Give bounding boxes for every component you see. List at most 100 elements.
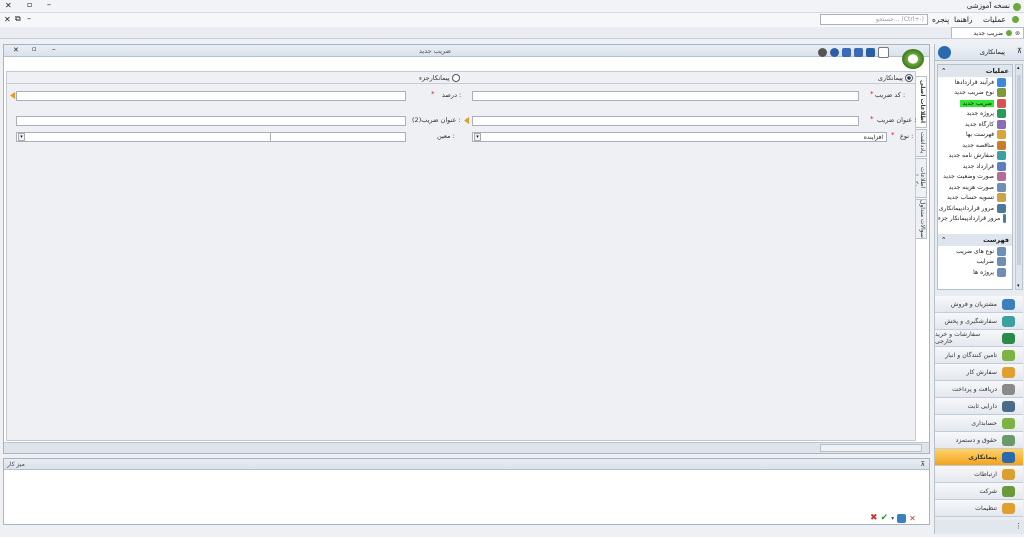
- nav-module-button[interactable]: سفارشگیری و پخش: [935, 313, 1023, 330]
- nav-module-label: حقوق و دستمزد: [955, 436, 997, 444]
- app-title: نسخه آموزشی: [966, 2, 1010, 10]
- new-document-icon[interactable]: [878, 46, 889, 58]
- operation-item-label: صورت وضعیت جدید: [943, 173, 994, 181]
- info-icon[interactable]: [830, 47, 839, 57]
- restore-icon[interactable]: ⧉: [15, 14, 21, 24]
- coef-title-input[interactable]: [472, 116, 859, 126]
- operations-collapse-icon[interactable]: ⌃: [941, 67, 946, 75]
- operation-item[interactable]: مرور قراردادپیمانکار جزء: [938, 214, 1012, 225]
- list-item[interactable]: نوع های ضریب: [938, 246, 1012, 257]
- search-box[interactable]: جستجو... (Ctrl+-): [820, 14, 928, 25]
- workspace-pin-icon[interactable]: ⊼: [921, 461, 925, 468]
- module-navigation: مشتریان و فروش سفارشگیری و پخش سفارشات و خ…: [935, 296, 1024, 517]
- nav-module-button[interactable]: حسابداری: [935, 415, 1023, 432]
- operation-item[interactable]: قرارداد جدید: [938, 161, 1012, 172]
- maximize-icon[interactable]: ▫: [27, 0, 32, 9]
- close-icon[interactable]: ✕: [5, 1, 12, 10]
- cancel-icon[interactable]: ✕: [909, 514, 916, 523]
- operation-item-label: مرور قراردادپیمانکاری: [938, 204, 994, 212]
- menu-help[interactable]: راهنما: [954, 15, 973, 24]
- nav-module-icon: [1002, 434, 1015, 446]
- list-item[interactable]: پروژه ها: [938, 267, 1012, 278]
- dropdown-icon[interactable]: ▾: [891, 515, 894, 522]
- side-tab-notes[interactable]: یادداشت: [915, 129, 927, 157]
- radio-contracting-part-dot[interactable]: [451, 74, 460, 82]
- moein-dropdown-icon[interactable]: ▾: [18, 133, 25, 141]
- scroll-up-icon[interactable]: ▴: [1017, 65, 1020, 71]
- operation-icon: [997, 161, 1006, 171]
- radio-contracting-part[interactable]: پیمانکارجزء: [419, 74, 460, 82]
- operation-item[interactable]: صورت هزینه جدید: [938, 182, 1012, 193]
- tab-close-icon[interactable]: ⊗: [1015, 30, 1020, 37]
- radio-contracting-dot[interactable]: [905, 74, 913, 82]
- side-tab-main-info[interactable]: اطلاعات اصلی: [915, 76, 927, 128]
- operation-icon: [997, 172, 1006, 182]
- side-tab-faq[interactable]: سوالات متداول: [915, 199, 927, 239]
- operation-item[interactable]: فهرست بها: [938, 130, 1012, 141]
- nav-module-button[interactable]: پیمانکاری: [935, 449, 1023, 466]
- confirm-icon[interactable]: ✔: [881, 513, 889, 523]
- lists-collapse-icon[interactable]: ⌃: [941, 236, 946, 244]
- panel-pin-icon[interactable]: ⊼: [1017, 47, 1022, 55]
- operation-item[interactable]: ضریب جدید: [938, 98, 1012, 109]
- operation-icon: [997, 109, 1006, 119]
- operation-item[interactable]: نوع ضریب جدید: [938, 88, 1012, 99]
- operation-item[interactable]: پروژه جدید: [938, 109, 1012, 120]
- delete-icon[interactable]: ✖: [870, 513, 878, 523]
- moein-select[interactable]: ▾: [16, 132, 406, 142]
- operation-item[interactable]: فرآیند قراردادها: [938, 77, 1012, 88]
- coef-title-label: عنوان ضریب :: [877, 116, 917, 124]
- nav-module-button[interactable]: سفارشات و خرید خارجی: [935, 330, 1023, 347]
- operation-item[interactable]: تسویه حساب جدید: [938, 193, 1012, 204]
- doc-minimize-icon[interactable]: –: [52, 45, 56, 53]
- nav-module-button[interactable]: تامین کنندگان و انبار: [935, 347, 1023, 364]
- nav-module-button[interactable]: تنظیمات: [935, 500, 1023, 517]
- operation-item[interactable]: سفارش نامه جدید: [938, 151, 1012, 162]
- nav-module-button[interactable]: شرکت: [935, 483, 1023, 500]
- operation-item[interactable]: کارگاه جدید: [938, 119, 1012, 130]
- operation-item[interactable]: مناقصه جدید: [938, 140, 1012, 151]
- operations-header: ⌃ عملیات: [938, 65, 1012, 77]
- grid-icon[interactable]: [897, 513, 907, 523]
- operation-item[interactable]: صورت وضعیت جدید: [938, 172, 1012, 183]
- operations-scrollbar[interactable]: ▴ ▾: [1015, 64, 1023, 290]
- nav-module-button[interactable]: سفارش کار: [935, 364, 1023, 381]
- menu-operations[interactable]: عملیات: [983, 15, 1006, 24]
- nav-module-button[interactable]: دارایی ثابت: [935, 398, 1023, 415]
- help-icon[interactable]: [818, 47, 827, 57]
- nav-module-button[interactable]: ارتباطات: [935, 466, 1023, 483]
- nav-module-button[interactable]: حقوق و دستمزد: [935, 432, 1023, 449]
- coef-code-input[interactable]: [472, 91, 859, 101]
- list-item[interactable]: ضرایب: [938, 257, 1012, 268]
- doc-close-icon[interactable]: ✕: [13, 46, 19, 54]
- nav-module-button[interactable]: مشتریان و فروش: [935, 296, 1023, 313]
- close-child-icon[interactable]: ✕: [4, 15, 11, 24]
- nav-expand-icon[interactable]: ⋮: [1015, 522, 1022, 530]
- scroll-down-icon[interactable]: ▾: [1017, 283, 1020, 289]
- radio-contracting[interactable]: پیمانکاری: [878, 74, 913, 82]
- doc-restore-icon[interactable]: ▫: [32, 45, 37, 53]
- scrollbar-thumb[interactable]: [820, 444, 922, 452]
- type-dropdown-icon[interactable]: ▾: [474, 133, 481, 141]
- tab-new-coefficient[interactable]: ضریب جدید ⊗: [951, 27, 1024, 38]
- save-close-icon[interactable]: [842, 47, 851, 57]
- document-title: ضریب جدید: [419, 47, 452, 55]
- save-icon[interactable]: [866, 47, 875, 57]
- operation-item-label: مناقصه جدید: [962, 141, 994, 149]
- list-icon: [997, 246, 1006, 256]
- type-select[interactable]: افزاینده ▾: [472, 132, 887, 142]
- nav-module-icon: [1002, 383, 1015, 395]
- horizontal-scrollbar[interactable]: [4, 442, 929, 453]
- nav-module-button[interactable]: دریافت و پرداخت: [935, 381, 1023, 398]
- minimize-child-icon[interactable]: –: [27, 14, 31, 23]
- minimize-icon[interactable]: –: [47, 0, 51, 9]
- menu-window[interactable]: پنجره: [932, 15, 949, 24]
- save-new-icon[interactable]: [854, 47, 863, 57]
- radio-divider: [7, 83, 915, 84]
- operations-scroll-thumb[interactable]: [1017, 75, 1021, 265]
- percent-input[interactable]: [16, 91, 406, 101]
- operation-item[interactable]: مرور قراردادپیمانکاری: [938, 203, 1012, 214]
- percent-required: *: [431, 90, 435, 98]
- coef-title2-input[interactable]: [16, 116, 406, 126]
- side-tab-extra-info[interactable]: اطلاعات تکمیلی: [912, 158, 927, 198]
